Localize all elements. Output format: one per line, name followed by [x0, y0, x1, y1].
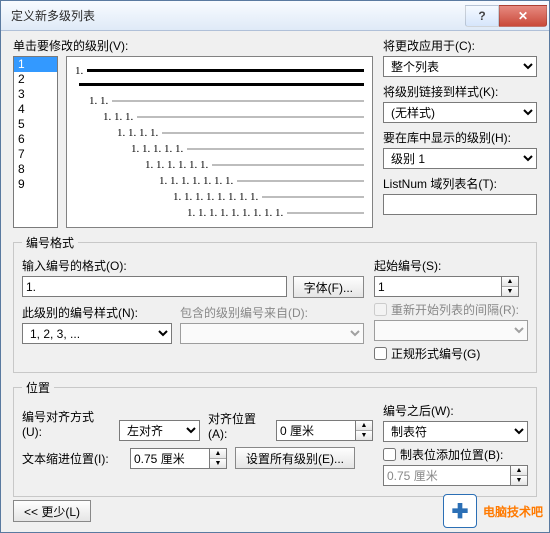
- level-item[interactable]: 4: [14, 102, 57, 117]
- level-item[interactable]: 5: [14, 117, 57, 132]
- level-item[interactable]: 1: [14, 57, 57, 72]
- enter-format-label: 输入编号的格式(O):: [22, 257, 364, 274]
- start-at-label: 起始编号(S):: [374, 257, 528, 274]
- preview-row: 1. 1. 1.: [75, 111, 364, 122]
- level-list-label: 单击要修改的级别(V):: [13, 37, 373, 54]
- title-bar: 定义新多级列表 ? ✕: [1, 1, 549, 31]
- tabstop-input: [383, 465, 511, 486]
- legal-format-row[interactable]: 正规形式编号(G): [374, 345, 528, 362]
- start-at-input[interactable]: [374, 276, 502, 297]
- restart-checkbox-row: 重新开始列表的间隔(R):: [374, 301, 528, 318]
- include-level-select: [180, 323, 364, 344]
- position-legend: 位置: [22, 379, 54, 396]
- preview-row: 1. 1. 1. 1. 1.: [75, 143, 364, 154]
- number-format-legend: 编号格式: [22, 234, 78, 251]
- level-item[interactable]: 7: [14, 147, 57, 162]
- link-style-select[interactable]: (无样式): [383, 102, 537, 123]
- close-button[interactable]: ✕: [499, 5, 547, 27]
- tabstop-checkbox[interactable]: [383, 448, 396, 461]
- start-at-spin-buttons[interactable]: ▲▼: [502, 276, 519, 297]
- align-at-input[interactable]: [276, 420, 356, 441]
- watermark-text: 电脑技术吧: [483, 503, 543, 520]
- position-group: 位置 编号对齐方式(U): 左对齐 对齐位置(A): ▲▼: [13, 379, 537, 497]
- show-level-select[interactable]: 级别 1: [383, 148, 537, 169]
- number-style-label: 此级别的编号样式(N):: [22, 304, 172, 321]
- legal-format-label: 正规形式编号(G): [391, 345, 480, 362]
- align-at-spin[interactable]: ▲▼: [356, 420, 373, 441]
- level-item[interactable]: 9: [14, 177, 57, 192]
- number-format-group: 编号格式 输入编号的格式(O): 字体(F)... 此级别的编号样式(N): 1…: [13, 234, 537, 373]
- indent-spinner[interactable]: ▲▼: [130, 448, 227, 469]
- help-button[interactable]: ?: [465, 5, 499, 27]
- start-at-spinner[interactable]: ▲▼: [374, 276, 528, 297]
- include-level-label: 包含的级别编号来自(D):: [180, 304, 364, 321]
- enter-format-input[interactable]: [22, 276, 287, 297]
- bottom-bar: << 更少(L): [13, 500, 91, 522]
- preview-pane: 1. 1. 1. 1. 1. 1. 1. 1. 1. 1. 1. 1. 1. 1. 1.…: [66, 56, 373, 228]
- after-number-select[interactable]: 制表符: [383, 421, 528, 442]
- show-level-label: 要在库中显示的级别(H):: [383, 129, 537, 146]
- listnum-label: ListNum 域列表名(T):: [383, 175, 537, 192]
- restart-label: 重新开始列表的间隔(R):: [391, 301, 519, 318]
- apply-to-select[interactable]: 整个列表: [383, 56, 537, 77]
- align-at-spinner[interactable]: ▲▼: [276, 420, 373, 441]
- restart-select: [374, 320, 528, 341]
- preview-row: 1. 1. 1. 1. 1. 1. 1. 1. 1.: [75, 207, 364, 218]
- indent-input[interactable]: [130, 448, 210, 469]
- preview-row: 1. 1. 1. 1. 1. 1.: [75, 159, 364, 170]
- dialog-content: 单击要修改的级别(V): 123456789 1.1. 1.1. 1. 1.1.…: [1, 31, 549, 505]
- align-label: 编号对齐方式(U):: [22, 408, 111, 439]
- align-at-label: 对齐位置(A):: [208, 410, 268, 441]
- link-style-label: 将级别链接到样式(K):: [383, 83, 537, 100]
- tabstop-spinner: ▲▼: [383, 465, 528, 486]
- preview-row: 1. 1. 1. 1. 1. 1. 1. 1.: [75, 191, 364, 202]
- indent-spin[interactable]: ▲▼: [210, 448, 227, 469]
- set-all-levels-button[interactable]: 设置所有级别(E)...: [235, 447, 355, 469]
- listnum-input[interactable]: [383, 194, 537, 215]
- window-title: 定义新多级列表: [11, 7, 95, 24]
- level-item[interactable]: 8: [14, 162, 57, 177]
- preview-row: 1. 1.: [75, 95, 364, 106]
- apply-to-label: 将更改应用于(C):: [383, 37, 537, 54]
- after-number-label: 编号之后(W):: [383, 402, 528, 419]
- level-listbox[interactable]: 123456789: [13, 56, 58, 228]
- less-button[interactable]: << 更少(L): [13, 500, 91, 522]
- number-style-select[interactable]: 1, 2, 3, ...: [22, 323, 172, 344]
- restart-checkbox: [374, 303, 387, 316]
- preview-row: 1. 1. 1. 1. 1. 1. 1.: [75, 175, 364, 186]
- preview-row: [75, 79, 364, 90]
- level-item[interactable]: 2: [14, 72, 57, 87]
- tabstop-row[interactable]: 制表位添加位置(B):: [383, 446, 528, 463]
- indent-label: 文本缩进位置(I):: [22, 450, 122, 467]
- font-button[interactable]: 字体(F)...: [293, 276, 364, 298]
- dialog-window: 定义新多级列表 ? ✕ 单击要修改的级别(V): 123456789 1. 1. …: [0, 0, 550, 533]
- align-select[interactable]: 左对齐: [119, 420, 200, 441]
- tabstop-label: 制表位添加位置(B):: [400, 446, 503, 463]
- level-item[interactable]: 3: [14, 87, 57, 102]
- level-item[interactable]: 6: [14, 132, 57, 147]
- preview-row: 1.: [75, 65, 364, 76]
- legal-format-checkbox[interactable]: [374, 347, 387, 360]
- tabstop-spin: ▲▼: [511, 465, 528, 486]
- preview-row: 1. 1. 1. 1.: [75, 127, 364, 138]
- window-buttons: ? ✕: [465, 5, 547, 27]
